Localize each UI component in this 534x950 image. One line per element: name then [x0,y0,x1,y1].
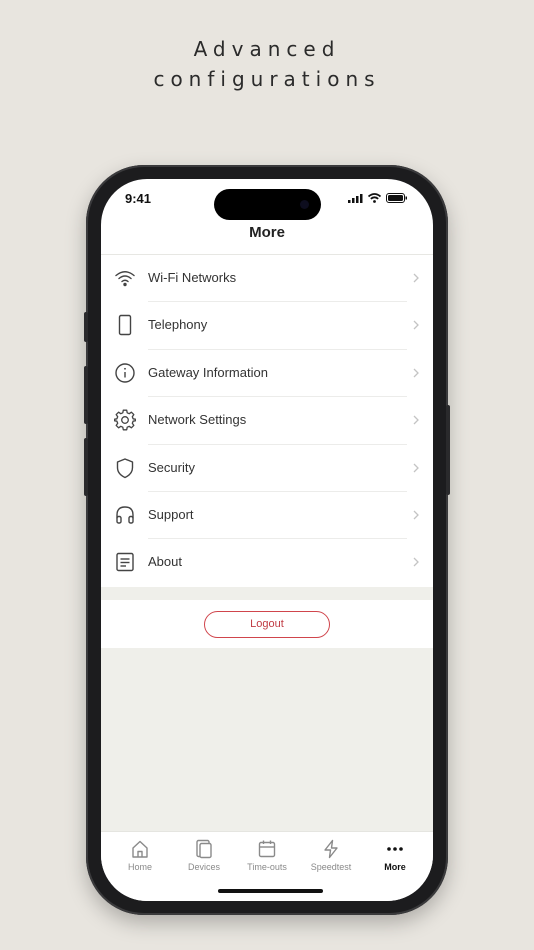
battery-icon [386,193,407,203]
logout-button[interactable]: Logout [204,611,330,638]
headset-icon [116,506,134,524]
menu-item-label: Gateway Information [148,364,268,380]
status-icons [348,193,407,203]
menu-item-telephony[interactable]: Telephony [101,302,433,350]
calendar-icon [258,840,276,858]
chevron-right-icon [413,320,419,330]
menu-item-wifi-networks[interactable]: Wi-Fi Networks [101,255,433,303]
chevron-right-icon [413,510,419,520]
tab-label: More [384,862,406,872]
menu-item-about[interactable]: About [101,539,433,586]
signal-icon [348,193,363,203]
chevron-right-icon [413,557,419,567]
headline: Advanced configurations [0,34,534,94]
chevron-right-icon [413,415,419,425]
tab-label: Home [127,862,152,872]
phone-screen: 9:41 More Wi-Fi Networks Telephony Gatew… [101,179,433,901]
info-icon [115,363,135,383]
wifi-icon [115,271,135,287]
menu-item-security[interactable]: Security [101,445,433,492]
menu-item-gateway-information[interactable]: Gateway Information [101,350,433,398]
home-indicator [218,889,323,893]
headline-line-2: configurations [153,67,381,91]
more-dots-icon [387,847,403,851]
wifi-status-icon [368,193,381,203]
phone-device-icon [118,315,132,336]
gear-icon [114,409,136,431]
volume-up-button [84,366,88,424]
lightning-icon [324,839,338,859]
menu-item-support[interactable]: Support [101,492,433,540]
volume-down-button [84,438,88,496]
menu-item-network-settings[interactable]: Network Settings [101,397,433,445]
shield-icon [116,457,134,478]
menu-item-label: Network Settings [148,412,247,428]
status-time: 9:41 [125,191,152,206]
menu-item-label: Security [148,459,195,475]
tab-devices[interactable]: Devices [174,839,234,872]
menu-item-label: Telephony [148,317,208,333]
more-menu: Wi-Fi Networks Telephony Gateway Informa… [101,255,433,587]
page-title: More [249,224,285,241]
chevron-right-icon [413,463,419,473]
tab-more[interactable]: More [365,839,425,872]
tab-label: Devices [187,862,220,872]
tab-label: Speedtest [310,862,352,872]
headline-line-1: Advanced [193,37,341,61]
home-icon [132,840,148,858]
tab-speedtest[interactable]: Speedtest [301,839,361,872]
menu-item-label: About [148,554,182,570]
dynamic-island [214,189,321,220]
tab-home[interactable]: Home [110,839,170,872]
document-icon [116,553,134,572]
chevron-right-icon [413,273,419,283]
action-button [84,312,88,342]
menu-item-label: Support [148,506,194,522]
tab-label: Time-outs [247,862,287,872]
devices-icon [196,839,212,859]
power-button [446,405,450,495]
tab-time-outs[interactable]: Time-outs [237,839,297,872]
menu-item-label: Wi-Fi Networks [148,270,237,285]
chevron-right-icon [413,368,419,378]
